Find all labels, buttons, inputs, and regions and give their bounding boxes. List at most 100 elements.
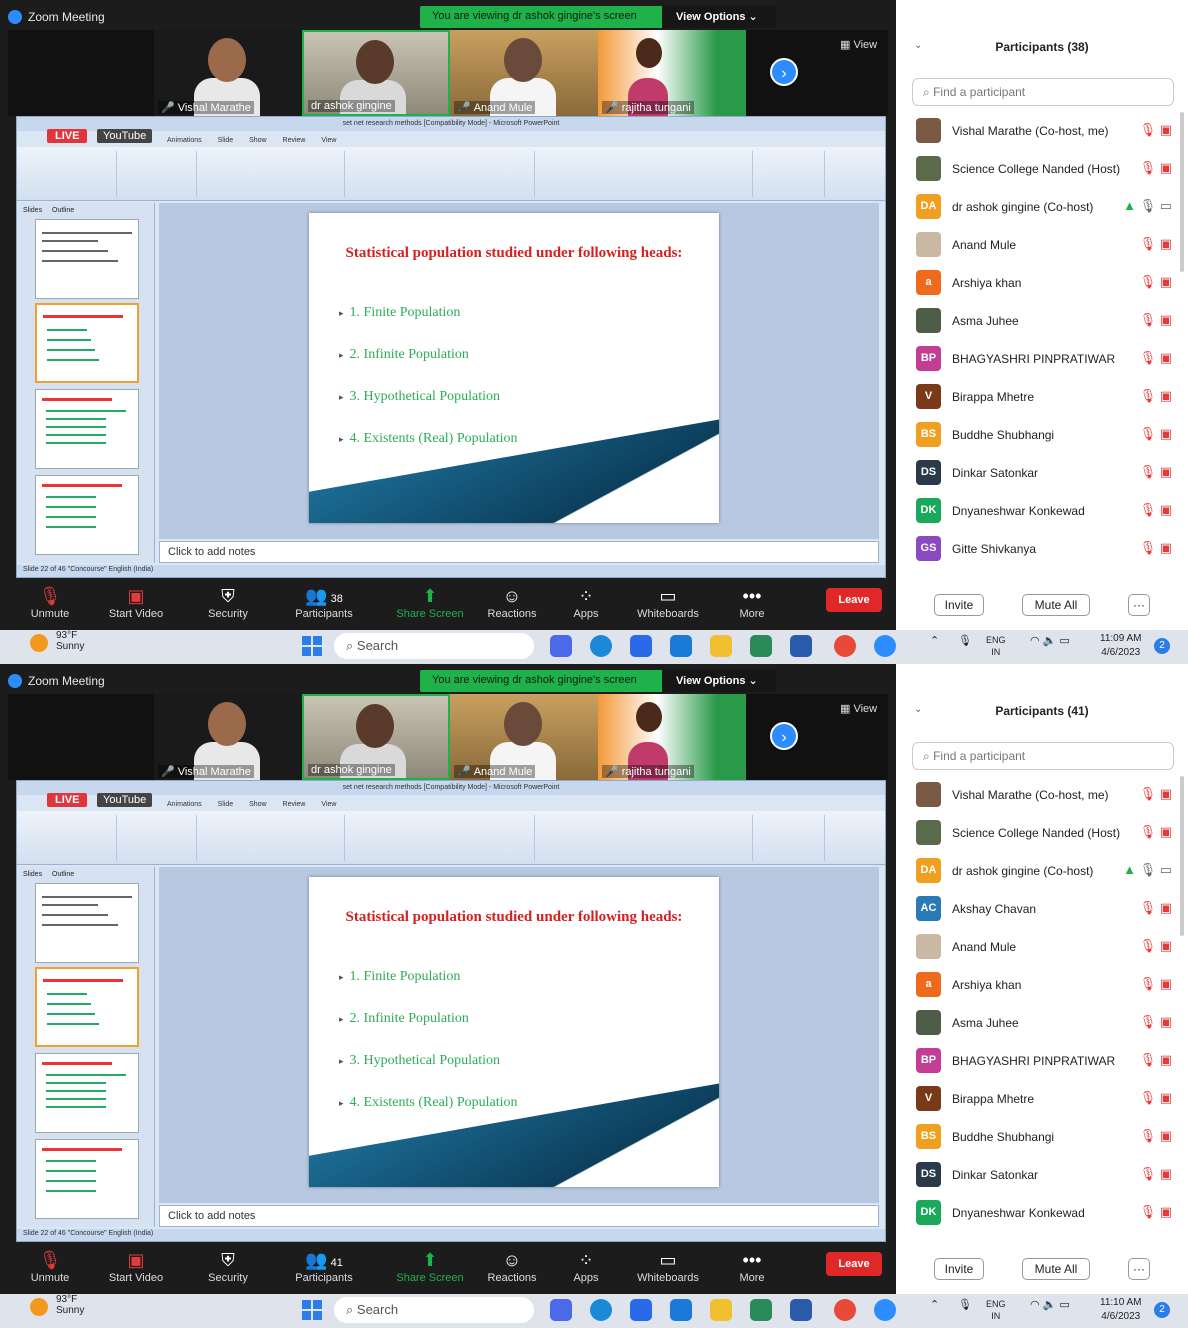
share-screen-button[interactable]: ⬆ Share Screen — [390, 1248, 470, 1284]
live-badge[interactable]: LIVE — [47, 129, 88, 143]
participant-row[interactable]: BP BHAGYASHRI PINPRATIWAR 🎙︎ ▣ — [896, 1042, 1188, 1080]
whiteboards-button[interactable]: ▭ Whiteboards — [628, 1248, 708, 1284]
start-video-button[interactable]: ▣ Start Video — [96, 1248, 176, 1284]
participant-row[interactable]: BP BHAGYASHRI PINPRATIWAR 🎙︎ ▣ — [896, 340, 1188, 378]
app-l-icon[interactable] — [750, 635, 772, 657]
mail-icon[interactable] — [670, 635, 692, 657]
zoom-taskbar-icon[interactable] — [874, 1299, 896, 1321]
store-icon[interactable] — [630, 635, 652, 657]
language-indicator[interactable]: ENG IN — [986, 1298, 1006, 1322]
live-badge[interactable]: LIVE — [47, 793, 88, 807]
edge-browser-icon[interactable] — [590, 635, 612, 657]
participant-row[interactable]: BS Buddhe Shubhangi 🎙︎ ▣ — [896, 416, 1188, 454]
chrome-icon[interactable] — [834, 1299, 856, 1321]
video-tile[interactable]: 🎤 Anand Mule — [450, 694, 598, 780]
participant-row[interactable]: V Birappa Mhetre 🎙︎ ▣ — [896, 1080, 1188, 1118]
start-video-button[interactable]: ▣ Start Video — [96, 584, 176, 620]
wifi-volume-battery-icon[interactable]: ◠ 🔈 ▭ — [1030, 1298, 1070, 1311]
video-tile[interactable]: 🎤 rajitha tungani — [598, 30, 746, 116]
taskbar-search[interactable]: ⌕ Search — [334, 1297, 534, 1323]
app-l-icon[interactable] — [750, 1299, 772, 1321]
shared-screen-powerpoint[interactable]: set net research methods [Compatibility … — [16, 116, 886, 578]
invite-button[interactable]: Invite — [934, 1258, 984, 1280]
view-button[interactable]: ▦ View — [840, 702, 877, 715]
participant-row[interactable]: Vishal Marathe (Co-host, me) 🎙︎ ▣ — [896, 112, 1188, 150]
video-tile[interactable]: 🎤 Vishal Marathe — [154, 694, 302, 780]
ribbon-tabs[interactable]: Animations Slide Show Review View — [167, 801, 336, 808]
video-tile[interactable]: 🎤 Anand Mule — [450, 30, 598, 116]
participant-row[interactable]: a Arshiya khan 🎙︎ ▣ — [896, 264, 1188, 302]
participant-row[interactable]: Anand Mule 🎙︎ ▣ — [896, 226, 1188, 264]
share-screen-button[interactable]: ⬆ Share Screen — [390, 584, 470, 620]
language-indicator[interactable]: ENG IN — [986, 634, 1006, 658]
mute-all-button[interactable]: Mute All — [1022, 1258, 1090, 1280]
apps-button[interactable]: ⁘ Apps — [546, 1248, 626, 1284]
more-options-button[interactable]: ··· — [1128, 1258, 1150, 1280]
tray-mic-icon[interactable]: 🎙︎ — [958, 634, 972, 647]
tray-chevron-icon[interactable]: ⌃ — [930, 1298, 939, 1311]
weather-widget[interactable]: 93°F Sunny — [56, 1294, 84, 1316]
participant-row[interactable]: V Birappa Mhetre 🎙︎ ▣ — [896, 378, 1188, 416]
file-explorer-icon[interactable] — [710, 1299, 732, 1321]
slide-thumbnail-current[interactable] — [35, 303, 139, 383]
participant-row[interactable]: Anand Mule 🎙︎ ▣ — [896, 928, 1188, 966]
youtube-button[interactable]: YouTube — [97, 793, 153, 807]
thumbnail-tabs[interactable]: Slides Outline — [23, 207, 74, 214]
slide-thumbnail[interactable] — [35, 883, 139, 963]
apps-button[interactable]: ⁘ Apps — [546, 584, 626, 620]
wifi-volume-battery-icon[interactable]: ◠ 🔈 ▭ — [1030, 634, 1070, 647]
weather-widget[interactable]: 93°F Sunny — [56, 630, 84, 652]
participant-row[interactable]: GS Gitte Shivkanya 🎙︎ ▣ — [896, 530, 1188, 568]
notes-pane[interactable]: Click to add notes — [159, 541, 879, 563]
security-button[interactable]: ⛨ Security — [188, 584, 268, 620]
participants-button[interactable]: 👥 38 Participants — [284, 584, 364, 620]
participant-row[interactable]: AC Akshay Chavan 🎙︎ ▣ — [896, 890, 1188, 928]
file-explorer-icon[interactable] — [710, 635, 732, 657]
meet-app-icon[interactable] — [550, 635, 572, 657]
slide[interactable]: Statistical population studied under fol… — [309, 877, 719, 1187]
word-icon[interactable] — [790, 635, 812, 657]
video-tile[interactable]: 🎤 Vishal Marathe — [154, 30, 302, 116]
tray-mic-icon[interactable]: 🎙︎ — [958, 1298, 972, 1311]
ribbon-tabs[interactable]: Animations Slide Show Review View — [167, 137, 336, 144]
clock[interactable]: 11:09 AM 4/6/2023 — [1100, 632, 1142, 660]
leave-button[interactable]: Leave — [826, 588, 882, 612]
invite-button[interactable]: Invite — [934, 594, 984, 616]
start-button[interactable] — [302, 636, 322, 656]
participant-search-input[interactable]: ⌕ Find a participant — [912, 78, 1174, 106]
participant-row[interactable]: DS Dinkar Satonkar 🎙︎ ▣ — [896, 454, 1188, 492]
more-options-button[interactable]: ··· — [1128, 594, 1150, 616]
tray-chevron-icon[interactable]: ⌃ — [930, 634, 939, 647]
participant-list-scrollbar[interactable] — [1180, 112, 1184, 272]
slide-thumbnail[interactable] — [35, 475, 139, 555]
edge-browser-icon[interactable] — [590, 1299, 612, 1321]
slide-thumbnail[interactable] — [35, 219, 139, 299]
start-button[interactable] — [302, 1300, 322, 1320]
view-button[interactable]: ▦ View — [840, 38, 877, 51]
slide-thumbnail[interactable] — [35, 1139, 139, 1219]
slide-thumbnail[interactable] — [35, 389, 139, 469]
participants-button[interactable]: 👥 41 Participants — [284, 1248, 364, 1284]
mail-icon[interactable] — [670, 1299, 692, 1321]
reactions-button[interactable]: ☺ Reactions — [472, 1248, 552, 1284]
store-icon[interactable] — [630, 1299, 652, 1321]
zoom-taskbar-icon[interactable] — [874, 635, 896, 657]
thumbnail-tabs[interactable]: Slides Outline — [23, 871, 74, 878]
slide[interactable]: Statistical population studied under fol… — [309, 213, 719, 523]
leave-button[interactable]: Leave — [826, 1252, 882, 1276]
slide-thumbnail[interactable] — [35, 1053, 139, 1133]
participant-row[interactable]: BS Buddhe Shubhangi 🎙︎ ▣ — [896, 1118, 1188, 1156]
unmute-button[interactable]: 🎙︎ Unmute — [10, 584, 90, 620]
participant-search-input[interactable]: ⌕ Find a participant — [912, 742, 1174, 770]
more-button[interactable]: ••• More — [712, 584, 792, 620]
chrome-icon[interactable] — [834, 635, 856, 657]
youtube-button[interactable]: YouTube — [97, 129, 153, 143]
participant-row[interactable]: DA dr ashok gingine (Co-host) ▲ 🎙︎ ▭ — [896, 852, 1188, 890]
slide-thumbnail-current[interactable] — [35, 967, 139, 1047]
participant-row[interactable]: DK Dnyaneshwar Konkewad 🎙︎ ▣ — [896, 1194, 1188, 1232]
reactions-button[interactable]: ☺ Reactions — [472, 584, 552, 620]
participant-row[interactable]: Science College Nanded (Host) 🎙︎ ▣ — [896, 814, 1188, 852]
notification-badge[interactable]: 2 — [1154, 638, 1170, 654]
meet-app-icon[interactable] — [550, 1299, 572, 1321]
whiteboards-button[interactable]: ▭ Whiteboards — [628, 584, 708, 620]
